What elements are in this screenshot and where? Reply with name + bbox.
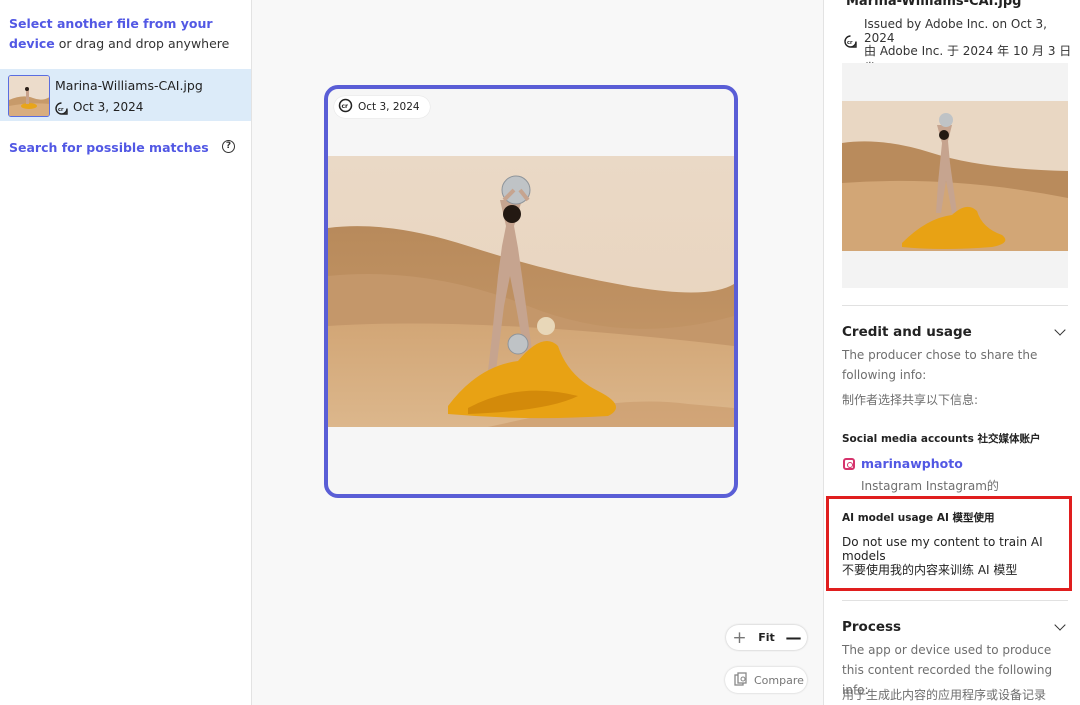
svg-text:cr: cr [58, 107, 64, 113]
date-badge[interactable]: cr Oct 3, 2024 [334, 96, 430, 118]
compare-label: Compare [754, 673, 804, 687]
image-preview-card[interactable]: cr Oct 3, 2024 [324, 85, 738, 498]
file-name: Marina-Williams-CAI.jpg [55, 78, 203, 93]
drag-drop-text: or drag and drop anywhere [54, 36, 230, 51]
zoom-out-button[interactable]: — [780, 628, 807, 647]
credit-usage-title: Credit and usage [842, 324, 972, 340]
badge-date: Oct 3, 2024 [358, 101, 420, 113]
instagram-icon [843, 458, 855, 470]
divider [842, 600, 1068, 601]
file-date: Oct 3, 2024 [73, 100, 144, 114]
content-credentials-icon: cr [55, 100, 68, 119]
svg-text:cr: cr [847, 40, 853, 46]
credit-description: The producer chose to share the followin… [842, 348, 1038, 382]
issued-by-text: Issued by Adobe Inc. on Oct 3, 2024 [864, 17, 1047, 45]
details-thumbnail [842, 63, 1068, 288]
chevron-down-icon[interactable] [1054, 619, 1066, 631]
file-list-item[interactable]: Marina-Williams-CAI.jpg cr Oct 3, 2024 [0, 69, 251, 121]
compare-button[interactable]: Compare [725, 667, 807, 693]
upload-instructions: Select another file from your device or … [9, 14, 244, 54]
ai-usage-value-cn: 不要使用我的内容来训练 AI 模型 [842, 563, 1018, 577]
left-sidebar: Select another file from your device or … [0, 0, 252, 705]
search-matches-link[interactable]: Search for possible matches [9, 140, 209, 155]
svg-text:cr: cr [342, 103, 349, 110]
ai-usage-label: AI model usage AI 模型使用 [842, 512, 995, 524]
credit-description-cn: 制作者选择共享以下信息: [842, 393, 979, 407]
details-panel: Marina-Williams-CAI.jpg cr Issued by Ado… [823, 0, 1080, 705]
help-icon[interactable]: ? [222, 140, 235, 153]
chevron-down-icon[interactable] [1054, 324, 1066, 336]
content-credentials-icon: cr [844, 33, 857, 52]
process-description-cn: 用于生成此内容的应用程序或设备记录 [842, 688, 1047, 702]
main-photo [328, 156, 734, 427]
process-title: Process [842, 619, 902, 635]
file-thumbnail [8, 75, 50, 117]
instagram-platform-text: Instagram Instagram的 [861, 479, 999, 493]
compare-icon [734, 671, 748, 689]
content-credentials-icon: cr [338, 98, 353, 116]
instagram-handle-link[interactable]: marinawphoto [861, 456, 963, 471]
ai-usage-value: Do not use my content to train AI models [842, 535, 1043, 563]
details-file-title: Marina-Williams-CAI.jpg [846, 0, 1022, 9]
zoom-in-button[interactable]: + [726, 628, 753, 648]
zoom-fit-button[interactable]: Fit [753, 631, 780, 644]
zoom-controls: + Fit — [726, 625, 807, 650]
social-media-label: Social media accounts 社交媒体账户 [842, 433, 1041, 445]
divider [842, 305, 1068, 306]
